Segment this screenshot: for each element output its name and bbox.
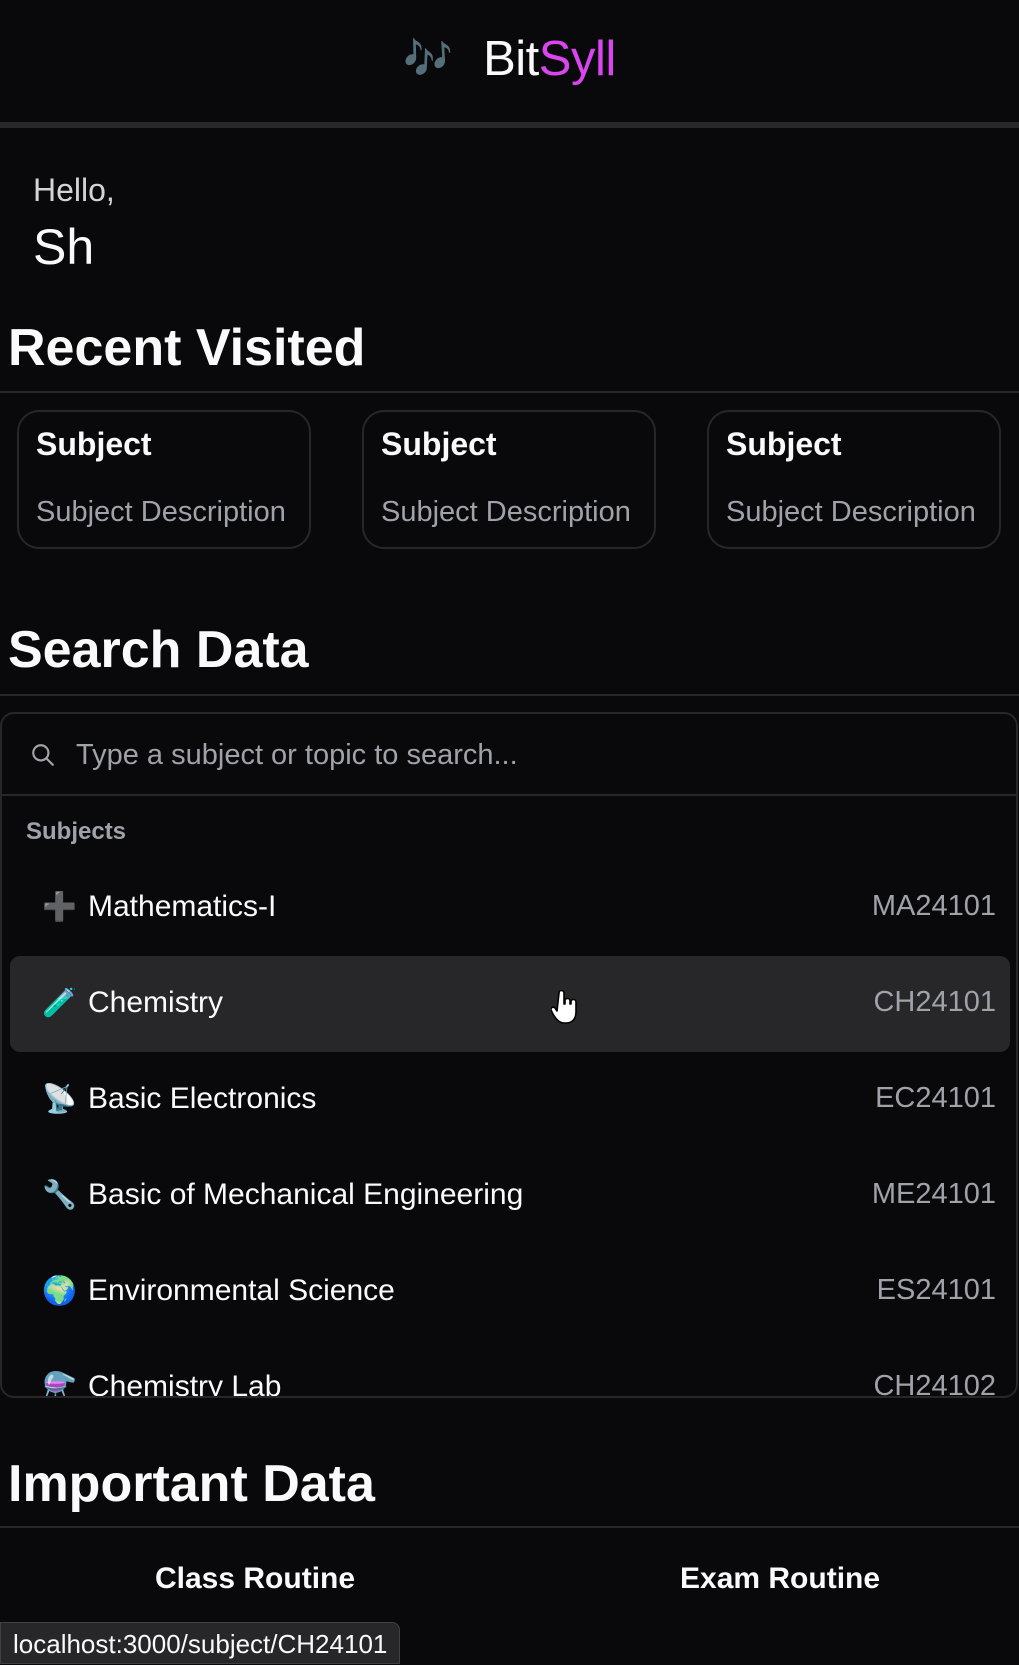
plus-icon: ➕ — [42, 891, 77, 922]
subject-name: Chemistry Lab — [88, 1370, 282, 1398]
subject-item-environmental-science[interactable]: 🌍 Environmental Science ES24101 — [10, 1244, 1010, 1340]
subject-code: CH24102 — [873, 1370, 996, 1398]
subject-code: CH24101 — [873, 986, 996, 1018]
search-icon — [32, 744, 54, 766]
subject-item-chemistry-lab[interactable]: ⚗️ Chemistry Lab CH24102 — [10, 1340, 1010, 1398]
search-divider — [0, 694, 1019, 696]
search-bar — [2, 714, 1016, 796]
recent-card-title: Subject — [381, 426, 497, 462]
subject-code: MA24101 — [871, 890, 996, 922]
recent-card-description: Subject Description — [381, 496, 631, 528]
subjects-group-heading: Subjects — [26, 818, 127, 845]
top-bar: 🎶 BitSyll — [0, 0, 1019, 128]
tab-class-routine[interactable]: Class Routine — [155, 1562, 355, 1596]
satellite-dish-icon: 📡 — [42, 1083, 77, 1114]
wrench-icon: 🔧 — [42, 1179, 77, 1210]
recent-divider — [0, 391, 1019, 393]
recent-card-title: Subject — [726, 426, 842, 462]
music-notes-icon: 🎶 — [403, 37, 454, 81]
subject-item-basic-mechanical-engineering[interactable]: 🔧 Basic of Mechanical Engineering ME2410… — [10, 1148, 1010, 1244]
search-input[interactable] — [74, 732, 978, 778]
brand-name-part1: Bit — [483, 32, 539, 86]
recent-card[interactable]: Subject Subject Description — [362, 410, 656, 549]
hand-cursor-icon — [551, 990, 577, 1024]
brand-logo[interactable]: 🎶 BitSyll — [403, 31, 616, 87]
recent-card-title: Subject — [36, 426, 152, 462]
recent-card[interactable]: Subject Subject Description — [707, 410, 1001, 549]
flask-icon: ⚗️ — [42, 1371, 77, 1398]
recent-card[interactable]: Subject Subject Description — [17, 410, 311, 549]
subject-item-mathematics-i[interactable]: ➕ Mathematics-I MA24101 — [10, 860, 1010, 956]
test-tube-icon: 🧪 — [42, 987, 77, 1018]
status-bar-url: localhost:3000/subject/CH24101 — [0, 1622, 401, 1664]
subject-name: Chemistry — [88, 986, 224, 1019]
important-divider — [0, 1526, 1019, 1528]
globe-icon: 🌍 — [42, 1275, 77, 1306]
command-palette: Subjects ➕ Mathematics-I MA24101 🧪 Chemi… — [0, 712, 1018, 1398]
important-data-title: Important Data — [8, 1455, 375, 1513]
subject-code: EC24101 — [875, 1082, 996, 1114]
subject-item-basic-electronics[interactable]: 📡 Basic Electronics EC24101 — [10, 1052, 1010, 1148]
recent-card-description: Subject Description — [36, 496, 286, 528]
brand-name: BitSyll — [483, 31, 616, 87]
search-data-title: Search Data — [8, 621, 309, 679]
subject-name: Basic Electronics — [88, 1082, 317, 1115]
tab-exam-routine[interactable]: Exam Routine — [680, 1562, 880, 1596]
recent-visited-title: Recent Visited — [8, 319, 366, 377]
subject-code: ES24101 — [876, 1274, 996, 1306]
subject-name: Environmental Science — [88, 1274, 395, 1307]
subject-code: ME24101 — [871, 1178, 996, 1210]
subject-name: Mathematics-I — [88, 890, 277, 923]
greeting-hello: Hello, — [33, 172, 115, 208]
brand-name-part2: Syll — [538, 32, 616, 86]
subject-item-chemistry[interactable]: 🧪 Chemistry CH24101 — [10, 956, 1010, 1052]
subject-name: Basic of Mechanical Engineering — [88, 1178, 524, 1211]
recent-card-description: Subject Description — [726, 496, 976, 528]
greeting-username: Sh — [33, 219, 95, 275]
